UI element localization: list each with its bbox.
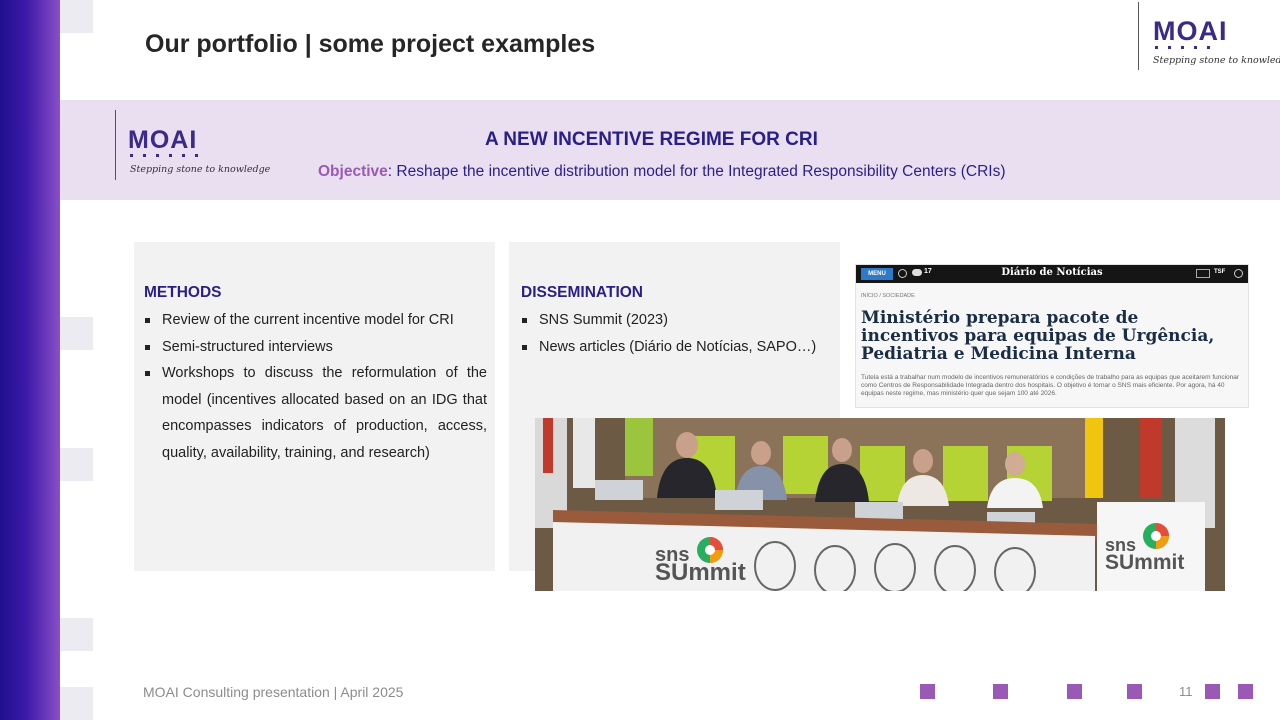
- dissemination-heading: DISSEMINATION: [521, 284, 643, 301]
- decor-tile: [60, 317, 93, 350]
- footer-square: [1205, 684, 1220, 699]
- methods-list: Review of the current incentive model fo…: [144, 307, 487, 466]
- masthead: Diário de Notícias: [1001, 267, 1103, 278]
- decor-tile: [60, 0, 93, 33]
- methods-heading: METHODS: [144, 284, 222, 301]
- news-category: INÍCIO / SOCIEDADE: [861, 293, 915, 299]
- objective-text: : Reshape the incentive distribution mod…: [387, 163, 1006, 180]
- footer-square: [920, 684, 935, 699]
- sign-line: SUmmit: [1105, 551, 1185, 574]
- summit-sign-left: sns SUmmit: [655, 545, 746, 586]
- news-headline: Ministério prepara pacote de incentivos …: [861, 308, 1215, 364]
- sns-summit-photo: sns SUmmit sns SUmmit: [535, 418, 1225, 591]
- left-gradient-bar: [0, 0, 60, 720]
- sign-line: SUmmit: [655, 559, 746, 586]
- footer-square: [1238, 684, 1253, 699]
- footer-square: [993, 684, 1008, 699]
- list-item: News articles (Diário de Notícias, SAPO……: [521, 334, 836, 361]
- tsf-label: TSF: [1214, 269, 1226, 275]
- slide-title: Our portfolio | some project examples: [145, 30, 596, 58]
- decor-tile: [60, 448, 93, 481]
- project-objective: Objective: Reshape the incentive distrib…: [318, 163, 1006, 181]
- project-title: A NEW INCENTIVE REGIME FOR CRI: [485, 129, 818, 150]
- footer-square: [1127, 684, 1142, 699]
- logo-divider: [115, 110, 116, 180]
- list-item: Semi-structured interviews: [144, 334, 487, 361]
- moai-logo-top: MOAI Stepping stone to knowledge: [1138, 0, 1280, 72]
- logo-wordmark: MOAI: [1153, 16, 1228, 46]
- objective-label: Objective: [318, 163, 388, 180]
- user-icon: [1234, 269, 1243, 278]
- summit-sign-right: sns SUmmit: [1105, 536, 1185, 574]
- list-item: Review of the current incentive model fo…: [144, 307, 487, 334]
- page-number: 11: [1179, 684, 1193, 699]
- radio-icon: [1196, 269, 1210, 278]
- logo-wordmark: MOAI: [128, 126, 198, 154]
- list-item: SNS Summit (2023): [521, 307, 836, 334]
- project-banner: MOAI Stepping stone to knowledge A NEW I…: [60, 100, 1280, 200]
- news-topbar: MENU 17 Diário de Notícias TSF: [856, 265, 1248, 283]
- dissemination-list: SNS Summit (2023) News articles (Diário …: [521, 307, 836, 360]
- decor-tile: [60, 618, 93, 651]
- footer-square: [1067, 684, 1082, 699]
- logo-tagline: Stepping stone to knowledge: [130, 164, 271, 175]
- decor-tile: [60, 687, 93, 720]
- footer-text: MOAI Consulting presentation | April 202…: [143, 684, 404, 700]
- list-item: Workshops to discuss the reformulation o…: [144, 360, 487, 466]
- news-lede: Tutela está a trabalhar num modelo de in…: [861, 374, 1240, 397]
- logo-divider: [1138, 2, 1139, 70]
- logo-tagline: Stepping stone to knowledge: [1153, 55, 1280, 66]
- news-clipping: MENU 17 Diário de Notícias TSF INÍCIO / …: [855, 264, 1249, 408]
- methods-panel: METHODS Review of the current incentive …: [134, 242, 495, 571]
